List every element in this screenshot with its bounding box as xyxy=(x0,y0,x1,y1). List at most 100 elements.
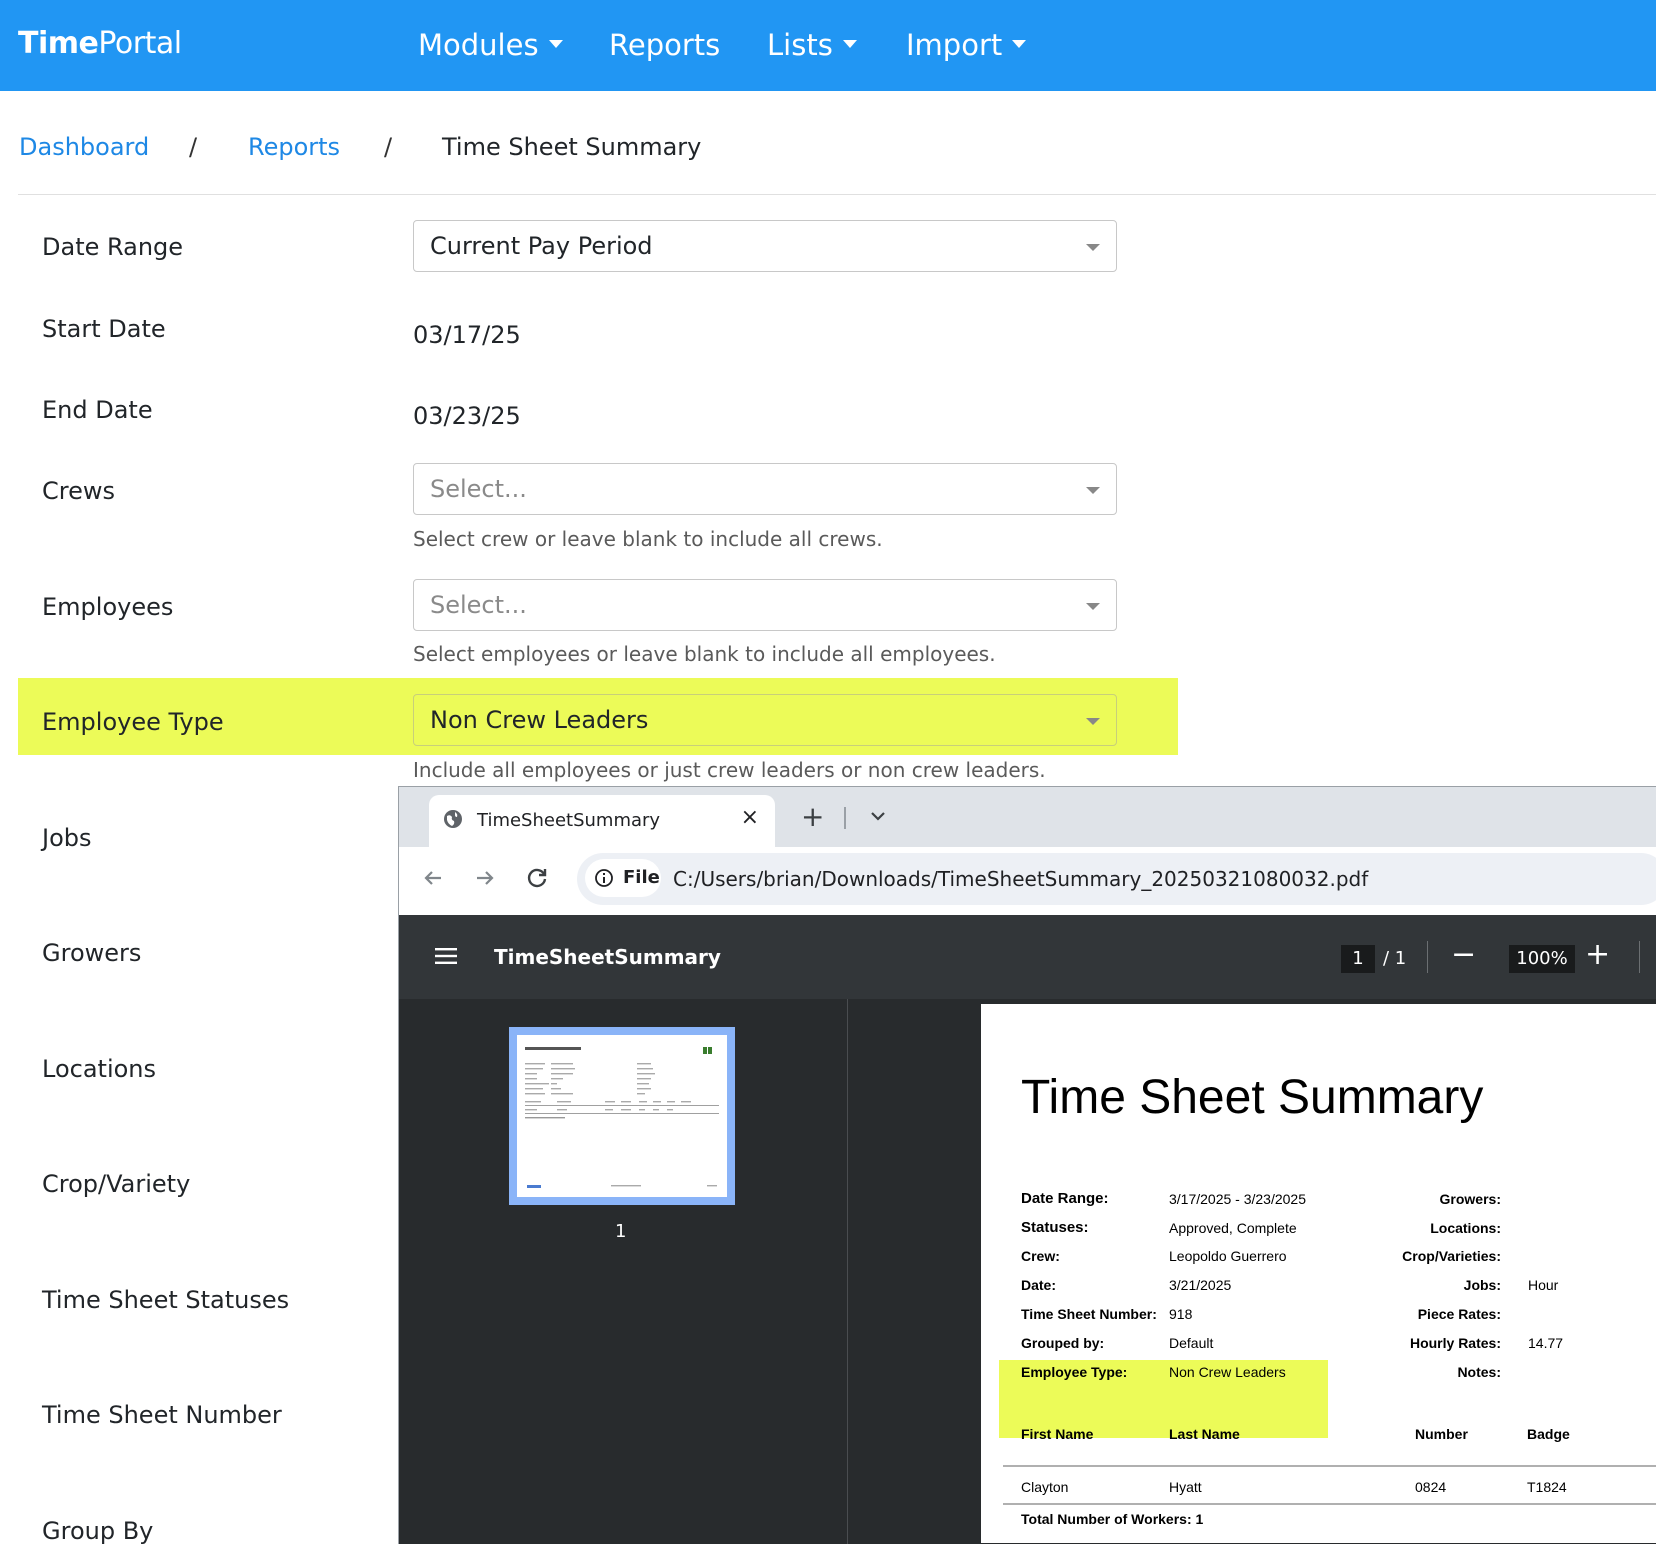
report-field-value: 918 xyxy=(1169,1306,1193,1322)
table-cell: Hyatt xyxy=(1169,1479,1202,1495)
date-range-label: Date Range xyxy=(42,233,184,261)
new-tab-button[interactable]: + xyxy=(801,800,824,833)
address-bar[interactable]: File C:/Users/brian/Downloads/TimeSheetS… xyxy=(577,853,1656,905)
nav-modules[interactable]: Modules xyxy=(418,28,563,62)
breadcrumb-reports[interactable]: Reports xyxy=(248,133,340,161)
column-header: Number xyxy=(1415,1426,1468,1442)
time-sheet-statuses-label: Time Sheet Statuses xyxy=(42,1286,290,1314)
total-workers: Total Number of Workers: 1 xyxy=(1021,1511,1204,1527)
pdf-toolbar: TimeSheetSummary 1 / 1 − 100% + xyxy=(399,915,1656,999)
end-date-value[interactable]: 03/23/25 xyxy=(413,402,521,430)
page-number-input[interactable]: 1 xyxy=(1341,945,1375,973)
locations-label: Locations xyxy=(42,1055,157,1083)
report-field-value: Non Crew Leaders xyxy=(1169,1364,1286,1380)
employee-type-select[interactable]: Non Crew Leaders xyxy=(413,694,1117,746)
growers-label: Growers xyxy=(42,939,142,967)
caret-down-icon xyxy=(548,40,563,48)
employees-label: Employees xyxy=(42,593,174,621)
url-text: C:/Users/brian/Downloads/TimeSheetSummar… xyxy=(673,867,1369,891)
caret-down-icon xyxy=(842,40,857,48)
end-date-label: End Date xyxy=(42,396,153,424)
brand-logo[interactable]: TimePortal xyxy=(18,26,182,61)
breadcrumb-dashboard[interactable]: Dashboard xyxy=(19,133,149,161)
tab-title: TimeSheetSummary xyxy=(477,810,661,831)
report-field-label: Crop/Varieties: xyxy=(1402,1248,1501,1264)
tab-separator xyxy=(844,807,846,829)
report-field-label: Growers: xyxy=(1439,1191,1501,1207)
nav-lists[interactable]: Lists xyxy=(767,28,857,62)
report-field-value: Default xyxy=(1169,1335,1214,1351)
table-cell: T1824 xyxy=(1527,1479,1567,1495)
report-field-label: Employee Type: xyxy=(1021,1364,1128,1380)
date-range-value: Current Pay Period xyxy=(430,232,653,260)
dropdown-arrow-icon xyxy=(1086,244,1100,251)
breadcrumb-current: Time Sheet Summary xyxy=(442,133,702,161)
browser-tab[interactable]: TimeSheetSummary × xyxy=(429,795,775,847)
table-row-rule xyxy=(1003,1503,1656,1505)
info-icon xyxy=(595,869,613,887)
reload-icon[interactable] xyxy=(523,864,551,892)
date-range-select[interactable]: Current Pay Period xyxy=(413,220,1117,272)
report-field-label: Notes: xyxy=(1457,1364,1501,1380)
dropdown-arrow-icon xyxy=(1086,718,1100,725)
site-info-chip[interactable]: File xyxy=(585,859,661,897)
table-cell: 0824 xyxy=(1415,1479,1447,1495)
page-thumbnail[interactable] xyxy=(509,1027,735,1205)
nav-import[interactable]: Import xyxy=(906,28,1027,62)
crews-help: Select crew or leave blank to include al… xyxy=(413,527,883,551)
zoom-input[interactable]: 100% xyxy=(1509,945,1575,973)
zoom-in-button[interactable]: + xyxy=(1585,937,1610,972)
report-field-label: Time Sheet Number: xyxy=(1021,1306,1157,1322)
breadcrumb-separator: / xyxy=(189,133,198,161)
table-header-rule xyxy=(1003,1465,1656,1467)
breadcrumb-separator: / xyxy=(384,133,393,161)
dropdown-arrow-icon xyxy=(1086,487,1100,494)
pdf-title: TimeSheetSummary xyxy=(494,945,721,969)
report-field-label: Piece Rates: xyxy=(1417,1306,1501,1322)
tab-search-chevron-icon[interactable] xyxy=(867,805,889,827)
report-field-label: Jobs: xyxy=(1463,1277,1501,1293)
report-field-label: Date Range: xyxy=(1021,1190,1109,1207)
employees-placeholder: Select... xyxy=(430,591,527,619)
report-field-label: Hourly Rates: xyxy=(1409,1335,1501,1351)
tab-close-icon[interactable]: × xyxy=(741,805,759,830)
report-field-value: Hour xyxy=(1528,1277,1559,1293)
page-total: / 1 xyxy=(1383,948,1407,969)
globe-icon xyxy=(444,810,462,828)
crews-select[interactable]: Select... xyxy=(413,463,1117,515)
time-sheet-number-label: Time Sheet Number xyxy=(42,1401,282,1429)
report-field-value: 3/21/2025 xyxy=(1169,1277,1232,1293)
report-field-label: Locations: xyxy=(1430,1220,1501,1236)
forward-arrow-icon[interactable] xyxy=(471,864,499,892)
report-field-value: Approved, Complete xyxy=(1169,1220,1297,1236)
report-field-value: Leopoldo Guerrero xyxy=(1169,1248,1287,1264)
report-field-value: 3/17/2025 - 3/23/2025 xyxy=(1169,1191,1307,1207)
jobs-label: Jobs xyxy=(42,824,92,852)
crews-placeholder: Select... xyxy=(430,475,527,503)
thumbnail-page-number: 1 xyxy=(615,1221,627,1242)
table-cell: Clayton xyxy=(1021,1479,1069,1495)
top-navbar: TimePortal Modules Reports Lists Import xyxy=(0,0,1656,91)
thumbnail-page-graphic xyxy=(525,1047,719,1188)
column-header: Badge xyxy=(1527,1426,1570,1442)
start-date-value[interactable]: 03/17/25 xyxy=(413,321,521,349)
report-field-label: Date: xyxy=(1021,1277,1057,1293)
column-header: First Name xyxy=(1021,1426,1094,1442)
employee-type-help: Include all employees or just crew leade… xyxy=(413,758,1046,782)
zoom-out-button[interactable]: − xyxy=(1451,937,1476,972)
employee-type-value: Non Crew Leaders xyxy=(430,706,649,734)
thumbnail-sidebar: 1 xyxy=(399,999,847,1544)
nav-reports[interactable]: Reports xyxy=(609,28,720,62)
menu-icon[interactable] xyxy=(435,947,457,965)
report-field-label: Statuses: xyxy=(1021,1219,1089,1236)
column-header: Last Name xyxy=(1169,1426,1240,1442)
report-title: Time Sheet Summary xyxy=(1021,1071,1484,1124)
back-arrow-icon[interactable] xyxy=(419,864,447,892)
pdf-page: Time Sheet Summary Date Range: 3/17/2025… xyxy=(981,1004,1656,1543)
crews-label: Crews xyxy=(42,477,115,505)
toolbar-separator xyxy=(1639,941,1640,973)
report-field-value: 14.77 xyxy=(1528,1335,1564,1351)
start-date-label: Start Date xyxy=(42,315,166,343)
caret-down-icon xyxy=(1012,40,1027,48)
employees-select[interactable]: Select... xyxy=(413,579,1117,631)
